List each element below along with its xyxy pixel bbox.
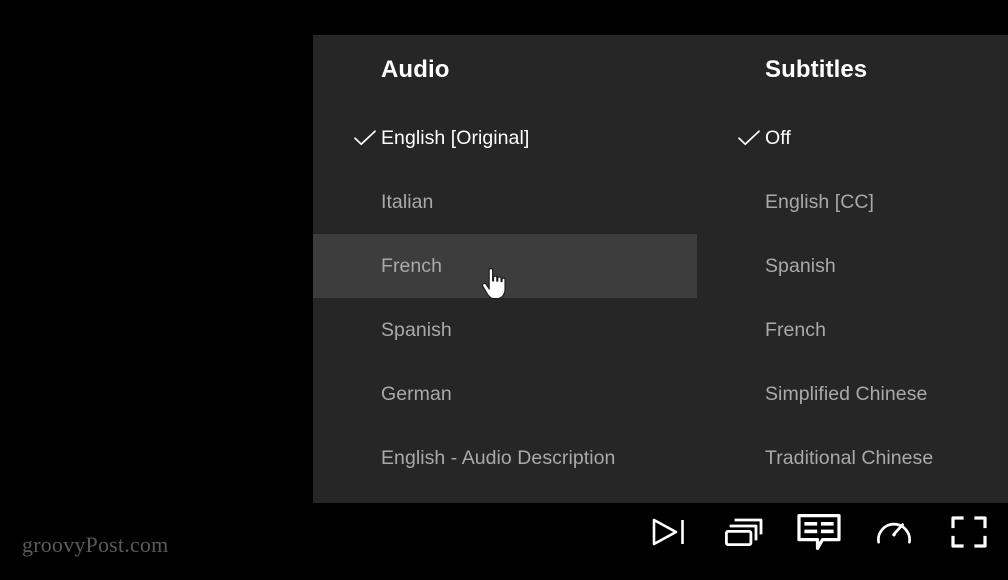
audio-option-french[interactable]: French bbox=[313, 234, 697, 298]
subtitles-option-spanish[interactable]: Spanish bbox=[697, 234, 1008, 298]
checkmark-slot-empty bbox=[353, 254, 377, 278]
video-stage: Audio English [Original] Italian French … bbox=[0, 0, 1008, 580]
checkmark-slot-empty bbox=[353, 446, 377, 470]
subtitles-option-label: Simplified Chinese bbox=[765, 382, 928, 405]
subtitles-option-french[interactable]: French bbox=[697, 298, 1008, 362]
subtitles-option-list: Off English [CC] Spanish French Simplifi bbox=[697, 106, 1008, 490]
subtitles-option-off[interactable]: Off bbox=[697, 106, 1008, 170]
checkmark-slot-empty bbox=[353, 190, 377, 214]
subtitles-option-label: Traditional Chinese bbox=[765, 446, 934, 469]
checkmark-slot-empty bbox=[737, 446, 761, 470]
control-icon-group bbox=[646, 509, 992, 555]
subtitles-option-label: Spanish bbox=[765, 254, 836, 277]
subtitles-option-english-cc[interactable]: English [CC] bbox=[697, 170, 1008, 234]
checkmark-icon bbox=[353, 126, 377, 150]
next-episode-icon[interactable] bbox=[646, 509, 692, 555]
audio-option-german[interactable]: German bbox=[313, 362, 697, 426]
checkmark-slot-empty bbox=[737, 190, 761, 214]
subtitles-column: Subtitles Off English [CC] Spanish Frenc… bbox=[697, 35, 1008, 503]
checkmark-slot-empty bbox=[737, 254, 761, 278]
checkmark-slot-empty bbox=[737, 382, 761, 406]
audio-subtitles-panel: Audio English [Original] Italian French … bbox=[313, 35, 1008, 503]
audio-subtitles-icon[interactable] bbox=[796, 509, 842, 555]
audio-option-spanish[interactable]: Spanish bbox=[313, 298, 697, 362]
subtitles-option-simplified-chinese[interactable]: Simplified Chinese bbox=[697, 362, 1008, 426]
checkmark-slot-empty bbox=[353, 382, 377, 406]
audio-column: Audio English [Original] Italian French … bbox=[313, 35, 697, 503]
audio-column-heading: Audio bbox=[381, 56, 450, 83]
fullscreen-icon[interactable] bbox=[946, 509, 992, 555]
audio-option-english-audio-description[interactable]: English - Audio Description bbox=[313, 426, 697, 490]
audio-option-label: German bbox=[381, 382, 452, 405]
audio-option-label: French bbox=[381, 254, 442, 277]
audio-option-label: Spanish bbox=[381, 318, 452, 341]
subtitles-column-heading: Subtitles bbox=[765, 56, 868, 83]
checkmark-slot-empty bbox=[353, 318, 377, 342]
subtitles-option-traditional-chinese[interactable]: Traditional Chinese bbox=[697, 426, 1008, 490]
audio-option-italian[interactable]: Italian bbox=[313, 170, 697, 234]
subtitles-option-label: English [CC] bbox=[765, 190, 874, 213]
checkmark-icon bbox=[737, 126, 761, 150]
audio-option-english-original[interactable]: English [Original] bbox=[313, 106, 697, 170]
audio-option-label: English [Original] bbox=[381, 126, 530, 149]
subtitles-option-label: French bbox=[765, 318, 826, 341]
playback-speed-icon[interactable] bbox=[871, 509, 917, 555]
checkmark-slot-empty bbox=[737, 318, 761, 342]
episodes-icon[interactable] bbox=[721, 509, 767, 555]
watermark: groovyPost.com bbox=[22, 532, 169, 557]
audio-option-list: English [Original] Italian French Spanis… bbox=[313, 106, 697, 490]
